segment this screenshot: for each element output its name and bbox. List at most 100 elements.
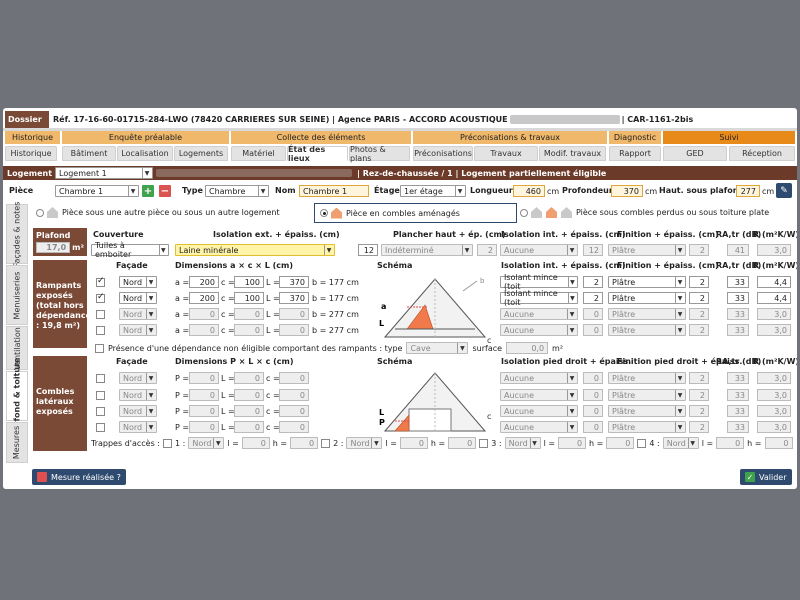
radio-button[interactable] <box>520 208 528 217</box>
finition-ep[interactable]: 2 <box>689 324 709 336</box>
trappe-checkbox[interactable] <box>321 438 331 448</box>
trappe-h-input[interactable]: 0 <box>606 437 635 449</box>
tab-modif-travaux[interactable]: Modif. travaux <box>539 146 606 161</box>
dim-P-input[interactable]: 0 <box>189 421 219 433</box>
finition-ep[interactable]: 2 <box>689 308 709 320</box>
facade-select[interactable]: Nord ▼ <box>119 389 157 401</box>
facade-select[interactable]: Nord ▼ <box>119 276 157 288</box>
category-enquete[interactable]: Enquête préalable <box>62 131 229 144</box>
dim-L-input[interactable]: 0 <box>234 405 264 417</box>
trappe-facade-select[interactable]: Nord ▼ <box>504 437 541 449</box>
radio-combles-amenages[interactable]: Pièce en combles aménagés <box>314 203 517 223</box>
type-select[interactable]: Chambre ▼ <box>205 185 269 197</box>
finition-select[interactable]: Plâtre ▼ <box>608 276 686 288</box>
facade-select[interactable]: Nord ▼ <box>119 292 157 304</box>
sidetab-plafond-toiture[interactable]: Plafond & toiture <box>6 357 28 435</box>
dim-L-input[interactable]: 370 <box>279 276 309 288</box>
trappe-facade-select[interactable]: Nord ▼ <box>662 437 699 449</box>
tab-rapport[interactable]: Rapport <box>609 146 661 161</box>
trappe-h-input[interactable]: 0 <box>448 437 477 449</box>
comble-checkbox[interactable] <box>96 374 105 383</box>
tab-materiel[interactable]: Matériel <box>231 146 286 161</box>
category-diagnostic[interactable]: Diagnostic <box>609 131 661 144</box>
trappe-l-input[interactable]: 0 <box>558 437 587 449</box>
finition-ep[interactable]: 2 <box>689 389 709 401</box>
finition-ep[interactable]: 2 <box>689 372 709 384</box>
tab-travaux[interactable]: Travaux <box>474 146 538 161</box>
finition-select[interactable]: Plâtre ▼ <box>608 308 686 320</box>
radio-combles-perdus[interactable]: Pièce sous combles perdus ou sous toitur… <box>520 207 769 218</box>
dim-P-input[interactable]: 0 <box>189 389 219 401</box>
isolation-ep[interactable]: 0 <box>583 372 603 384</box>
add-piece-button[interactable]: + <box>142 185 154 197</box>
category-preconisations[interactable]: Préconisations & travaux <box>413 131 607 144</box>
facade-select[interactable]: Nord ▼ <box>119 324 157 336</box>
category-suivi[interactable]: Suivi <box>663 131 795 144</box>
isolation-ep[interactable]: 2 <box>583 292 603 304</box>
comble-checkbox[interactable] <box>96 407 105 416</box>
trappe-checkbox[interactable] <box>163 438 172 448</box>
isolation-select[interactable]: Isolant mince (toit ▼ <box>500 273 578 291</box>
dim-L-input[interactable]: 0 <box>234 372 264 384</box>
dim-a-input[interactable]: 200 <box>189 276 219 288</box>
rampant-checkbox[interactable] <box>96 292 105 303</box>
remove-piece-button[interactable]: − <box>159 185 171 197</box>
isolation-ext-select[interactable]: Laine minérale ▼ <box>175 244 335 256</box>
isolation-ep[interactable]: 0 <box>583 389 603 401</box>
tab-preconisations[interactable]: Préconisations <box>413 146 473 161</box>
isolation-ep[interactable]: 2 <box>583 276 603 288</box>
logement-select[interactable]: Logement 1 ▼ <box>55 167 153 179</box>
rampant-checkbox[interactable] <box>96 310 105 319</box>
isolation-select[interactable]: Aucune ▼ <box>500 421 578 433</box>
trappe-checkbox[interactable] <box>637 438 647 448</box>
mesure-realisee-button[interactable]: Mesure réalisée ? <box>32 469 126 485</box>
tab-photos-plans[interactable]: Photos & plans <box>349 145 410 163</box>
nom-input[interactable]: Chambre 1 <box>299 185 369 197</box>
isolation-select[interactable]: Aucune ▼ <box>500 308 578 320</box>
comble-checkbox[interactable] <box>96 391 105 400</box>
tab-historique[interactable]: Historique <box>5 146 57 161</box>
tab-logements[interactable]: Logements <box>174 146 228 161</box>
dim-a-input[interactable]: 200 <box>189 292 219 304</box>
finition-ep[interactable]: 2 <box>689 421 709 433</box>
isolation-ep[interactable]: 0 <box>583 421 603 433</box>
comble-checkbox[interactable] <box>96 423 105 432</box>
piece-select[interactable]: Chambre 1 ▼ <box>55 185 139 197</box>
dim-a-input[interactable]: 0 <box>189 308 219 320</box>
edit-pencil-icon[interactable]: ✎ <box>776 183 792 198</box>
trappe-h-input[interactable]: 0 <box>290 437 319 449</box>
trappe-l-input[interactable]: 0 <box>241 437 270 449</box>
tab-reception[interactable]: Réception <box>729 146 795 161</box>
tab-localisation[interactable]: Localisation <box>117 146 173 161</box>
radio-button[interactable] <box>36 208 44 217</box>
finition-select[interactable]: Plâtre ▼ <box>608 421 686 433</box>
rampant-checkbox[interactable] <box>96 276 105 287</box>
trappe-checkbox[interactable] <box>479 438 489 448</box>
dim-P-input[interactable]: 0 <box>189 372 219 384</box>
trappe-l-input[interactable]: 0 <box>716 437 745 449</box>
dim-a-input[interactable]: 0 <box>189 324 219 336</box>
isolation-ep[interactable]: 0 <box>583 308 603 320</box>
facade-select[interactable]: Nord ▼ <box>119 372 157 384</box>
tab-batiment[interactable]: Bâtiment <box>62 146 116 161</box>
finition-select[interactable]: Plâtre ▼ <box>608 292 686 304</box>
sidetab-mesures[interactable]: Mesures <box>6 422 28 463</box>
isolation-select[interactable]: Aucune ▼ <box>500 389 578 401</box>
dim-c-input[interactable]: 0 <box>279 389 309 401</box>
dim-L-input[interactable]: 0 <box>279 324 309 336</box>
isolation-ep[interactable]: 0 <box>583 324 603 336</box>
hsp-input[interactable]: 277 <box>736 185 760 197</box>
isolation-ext-ep[interactable]: 12 <box>358 244 378 256</box>
valider-button[interactable]: ✓ Valider <box>740 469 792 485</box>
rampant-checkbox[interactable] <box>96 326 105 335</box>
dim-L-input[interactable]: 0 <box>234 389 264 401</box>
tab-etat-des-lieux[interactable]: État des lieux <box>287 145 348 163</box>
dependance-checkbox[interactable] <box>95 343 104 353</box>
tab-ged[interactable]: GED <box>663 146 727 161</box>
isolation-select[interactable]: Isolant mince (toit ▼ <box>500 289 578 307</box>
sidetab-facades-notes[interactable]: Façades & notes <box>6 201 28 267</box>
facade-select[interactable]: Nord ▼ <box>119 405 157 417</box>
dim-c-input[interactable]: 0 <box>234 324 264 336</box>
trappe-l-input[interactable]: 0 <box>399 437 428 449</box>
dim-c-input[interactable]: 0 <box>279 405 309 417</box>
